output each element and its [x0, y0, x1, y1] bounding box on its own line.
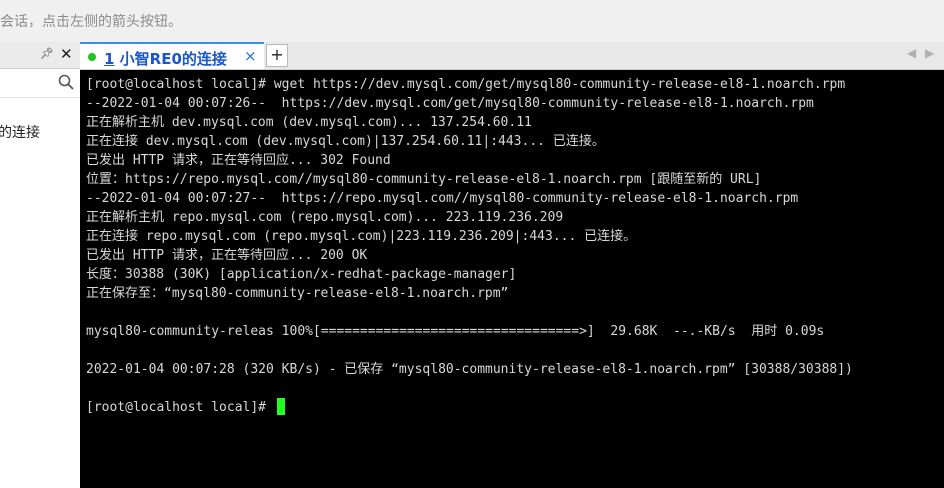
terminal-line: [root@localhost local]# wget https://dev…	[86, 77, 846, 92]
terminal-output[interactable]: [root@localhost local]# wget https://dev…	[80, 70, 944, 488]
terminal-line: 已发出 HTTP 请求，正在等待回应... 302 Found	[86, 153, 391, 168]
terminal-line: 已发出 HTTP 请求，正在等待回应... 200 OK	[86, 248, 368, 263]
session-manager-pane: 📌︎ ✕ 的连接	[0, 42, 81, 488]
tab-number: 1	[104, 50, 115, 68]
terminal-line: 长度：30388 (30K) [application/x-redhat-pac…	[86, 267, 517, 282]
tab-close-icon[interactable]: ×	[244, 47, 257, 65]
terminal-line: 正在连接 repo.mysql.com (repo.mysql.com)|223…	[86, 229, 637, 244]
tab-scroll-right-icon[interactable]: ▶	[925, 46, 934, 60]
tab-session-1[interactable]: 1 小智RE0的连接 ×	[80, 42, 264, 69]
terminal-line: 正在保存至：“mysql80-community-release-el8-1.n…	[86, 286, 509, 301]
pin-icon[interactable]: 📌︎	[40, 47, 54, 60]
add-tab-button[interactable]: +	[266, 44, 288, 67]
connected-status-icon	[88, 53, 96, 61]
search-icon[interactable]	[58, 74, 74, 90]
hint-bar: 会话，点击左侧的箭头按钮。	[0, 0, 944, 43]
tab-label: 1 小智RE0的连接	[104, 48, 227, 69]
terminal-line: 正在解析主机 repo.mysql.com (repo.mysql.com)..…	[86, 210, 564, 225]
terminal-line: mysql80-community-releas 100%[==========…	[86, 324, 825, 339]
close-icon[interactable]: ✕	[60, 45, 73, 63]
tab-bar: 1 小智RE0的连接 × + ◀ ▶	[80, 42, 944, 70]
terminal-line: 正在解析主机 dev.mysql.com (dev.mysql.com)... …	[86, 115, 532, 130]
tab-scroll-left-icon[interactable]: ◀	[907, 46, 916, 60]
terminal-line: --2022-01-04 00:07:26-- https://dev.mysq…	[86, 96, 814, 111]
session-search-row[interactable]	[0, 69, 80, 98]
terminal-line: 位置：https://repo.mysql.com//mysql80-commu…	[86, 172, 762, 187]
session-list-item[interactable]: 的连接	[0, 122, 40, 142]
terminal-prompt-line: [root@localhost local]#	[86, 400, 274, 415]
tab-title: 小智RE0的连接	[119, 50, 227, 68]
terminal-line: --2022-01-04 00:07:27-- https://repo.mys…	[86, 191, 799, 206]
hint-text: 会话，点击左侧的箭头按钮。	[0, 14, 182, 30]
terminal-line: 正在连接 dev.mysql.com (dev.mysql.com)|137.2…	[86, 134, 605, 149]
terminal-cursor	[277, 398, 285, 415]
terminal-line: 2022-01-04 00:07:28 (320 KB/s) - 已保存 “my…	[86, 362, 853, 377]
session-pane-header: 📌︎ ✕	[0, 42, 80, 69]
